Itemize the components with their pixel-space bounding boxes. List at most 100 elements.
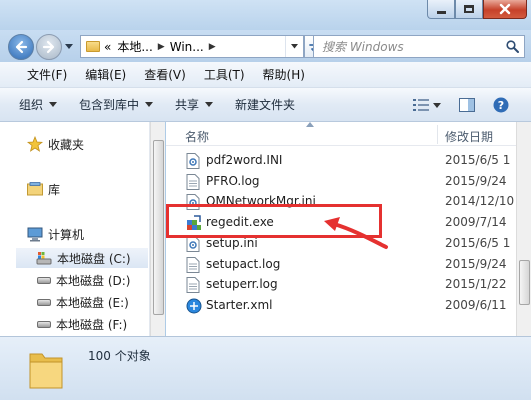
file-row[interactable]: pdf2word.INI 2015/6/5 1 [166, 150, 516, 171]
nav-drive-e-label: 本地磁盘 (E:) [56, 295, 129, 310]
close-icon [499, 3, 511, 15]
close-button[interactable] [483, 0, 527, 19]
new-folder-button[interactable]: 新建文件夹 [235, 96, 295, 113]
breadcrumb-local-disk[interactable]: 本地... [117, 38, 152, 55]
new-folder-label: 新建文件夹 [235, 98, 296, 112]
nav-drive-e[interactable]: 本地磁盘 (E:) [37, 292, 129, 312]
nav-favorites[interactable]: 收藏夹 [27, 134, 84, 154]
breadcrumb-separator-icon[interactable]: ▶ [158, 42, 165, 52]
maximize-button[interactable] [455, 0, 483, 19]
nav-favorites-label: 收藏夹 [48, 137, 85, 152]
chevron-down-icon [205, 102, 214, 107]
search-input[interactable] [322, 39, 502, 54]
organize-label: 组织 [19, 98, 44, 112]
address-bar[interactable]: « 本地... ▶ Win... ▶ [80, 35, 304, 58]
file-row[interactable]: setupact.log 2015/9/24 [166, 254, 516, 275]
navigation-pane: 收藏夹 库 计算机 本地磁盘 (C:) 本地磁盘 (D:) 本地磁盘 (E:) … [0, 122, 150, 336]
breadcrumb-windows[interactable]: Win... [170, 40, 204, 54]
file-date-modified: 2015/1/22 [445, 277, 507, 292]
file-row[interactable]: PFRO.log 2015/9/24 [166, 171, 516, 192]
nav-drive-f-label: 本地磁盘 (F:) [56, 317, 128, 332]
file-name: setupact.log [206, 256, 281, 271]
chevron-down-icon [145, 102, 154, 107]
file-name: setuperr.log [206, 277, 278, 292]
star-icon [27, 136, 43, 152]
column-divider[interactable] [437, 125, 438, 144]
file-date-modified: 2015/9/24 [445, 256, 507, 271]
chevron-down-icon [49, 102, 58, 107]
command-toolbar: 组织 包含到库中 共享 新建文件夹 ? [0, 88, 531, 122]
file-name: QMNetworkMgr.ini [206, 194, 316, 209]
include-library-label: 包含到库中 [79, 98, 140, 112]
file-name: setup.ini [206, 235, 258, 250]
nav-drive-c-label: 本地磁盘 (C:) [57, 251, 131, 266]
folder-icon [29, 353, 63, 389]
file-name: PFRO.log [206, 173, 260, 188]
status-bar: 100 个对象 [0, 336, 531, 400]
search-box[interactable] [313, 35, 525, 58]
text-file-icon [186, 277, 200, 294]
menu-file[interactable]: 文件(F) [18, 64, 76, 86]
file-date-modified: 2014/12/10 [445, 194, 515, 209]
system-drive-icon [36, 252, 52, 265]
minimize-icon [436, 10, 446, 14]
address-history-dropdown[interactable] [285, 36, 303, 57]
menu-edit[interactable]: 编辑(E) [76, 64, 135, 86]
breadcrumb-overflow[interactable]: « [104, 40, 111, 54]
file-date-modified: 2015/9/24 [445, 173, 507, 188]
toolbar-right-group: ? [413, 97, 509, 113]
file-list: 名称 修改日期 pdf2word.INI 2015/6/5 1 PFRO.log 20… [166, 122, 516, 336]
file-row[interactable]: regedit.exe 2009/7/14 [166, 212, 516, 233]
file-row[interactable]: Starter.xml 2009/6/11 [166, 295, 516, 316]
window-controls [427, 0, 527, 19]
include-library-button[interactable]: 包含到库中 [79, 96, 154, 113]
text-file-icon [186, 256, 200, 273]
file-type-icon [186, 153, 200, 169]
file-row[interactable]: setup.ini 2015/6/5 1 [166, 233, 516, 254]
nav-computer[interactable]: 计算机 [27, 224, 84, 244]
drive-icon [37, 276, 51, 284]
file-name: regedit.exe [206, 215, 274, 230]
folder-icon [86, 41, 100, 52]
menu-help[interactable]: 帮助(H) [254, 64, 314, 86]
regedit-icon [187, 215, 201, 231]
file-type-icon [186, 194, 200, 211]
nav-scrollbar[interactable] [150, 122, 165, 336]
nav-drive-f[interactable]: 本地磁盘 (F:) [37, 314, 127, 334]
minimize-button[interactable] [427, 0, 455, 19]
column-name[interactable]: 名称 [185, 128, 209, 145]
search-icon[interactable] [506, 40, 519, 53]
file-date-modified: 2015/6/5 1 [445, 235, 511, 250]
text-file-icon [186, 173, 200, 190]
breadcrumb-separator-icon[interactable]: ▶ [209, 42, 216, 52]
drive-icon [37, 320, 51, 328]
help-icon[interactable]: ? [493, 97, 509, 113]
change-view-button[interactable] [413, 98, 441, 112]
share-button[interactable]: 共享 [175, 96, 214, 113]
file-list-scrollbar[interactable] [516, 122, 531, 336]
file-type-icon [186, 256, 200, 273]
sort-ascending-icon [306, 122, 314, 127]
menu-tools[interactable]: 工具(T) [195, 64, 254, 86]
file-row[interactable]: QMNetworkMgr.ini 2014/12/10 [166, 191, 516, 212]
file-date-modified: 2009/7/14 [445, 215, 507, 230]
file-list-scrollbar-thumb[interactable] [519, 260, 530, 305]
file-row[interactable]: setuperr.log 2015/1/22 [166, 274, 516, 295]
file-type-icon [186, 173, 200, 190]
menu-view[interactable]: 查看(V) [135, 64, 195, 86]
preview-pane-icon[interactable] [459, 98, 475, 112]
file-name: Starter.xml [206, 297, 273, 312]
maximize-icon [464, 5, 474, 13]
nav-library[interactable]: 库 [27, 179, 60, 199]
chevron-down-icon [291, 44, 298, 49]
nav-drive-d[interactable]: 本地磁盘 (D:) [37, 270, 130, 290]
forward-button[interactable] [36, 34, 62, 60]
organize-button[interactable]: 组织 [19, 96, 58, 113]
recent-pages-dropdown[interactable] [65, 44, 73, 50]
file-type-icon [186, 215, 201, 231]
column-date-modified[interactable]: 修改日期 [445, 128, 493, 145]
nav-drive-c[interactable]: 本地磁盘 (C:) [16, 248, 148, 268]
back-button[interactable] [8, 34, 34, 60]
nav-scrollbar-thumb[interactable] [153, 140, 164, 315]
share-label: 共享 [175, 98, 200, 112]
